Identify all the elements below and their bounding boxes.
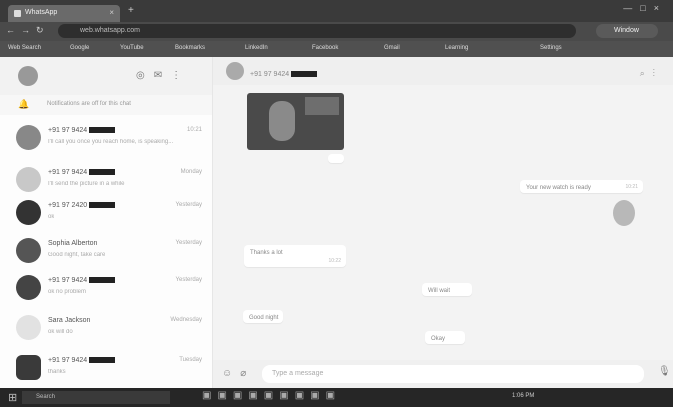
notification-banner[interactable]: 🔔 Notifications are off for this chat: [0, 95, 212, 115]
chat-name: +91 97 9424: [48, 169, 88, 176]
redaction-block: [89, 169, 116, 176]
bookmark-item[interactable]: YouTube: [120, 45, 144, 51]
chat-time: 10:21: [186, 127, 202, 133]
message-time: 10:22: [328, 258, 341, 264]
chat-preview: ok: [48, 214, 55, 220]
chat-time: Yesterday: [175, 277, 202, 283]
close-tab-icon[interactable]: ×: [109, 8, 114, 17]
redaction-block: [291, 71, 318, 78]
redaction-block: [89, 357, 116, 364]
message-text: Will wait: [428, 288, 450, 294]
redaction-block: [89, 127, 116, 134]
list-item[interactable]: Sophia Alberton Yesterday Good night, ta…: [0, 229, 212, 271]
message-text: Your new watch is ready: [526, 185, 591, 191]
bookmark-item[interactable]: Learning: [445, 45, 468, 51]
taskbar-search[interactable]: Search: [22, 391, 170, 404]
bookmark-item[interactable]: Web Search: [8, 45, 41, 51]
chat-time: Yesterday: [175, 240, 202, 246]
message-text: Thanks a lot: [250, 250, 283, 256]
message-placeholder: Type a message: [272, 370, 324, 377]
avatar[interactable]: [18, 66, 38, 86]
bell-icon: 🔔: [18, 99, 30, 109]
sticker-message[interactable]: [613, 200, 635, 226]
avatar: [16, 355, 41, 380]
window-controls[interactable]: —□×: [623, 3, 667, 13]
chat-preview: ok no problem: [48, 289, 87, 295]
windows-start-icon[interactable]: ⊞: [8, 391, 17, 404]
url-text: web.whatsapp.com: [80, 27, 140, 34]
message-time: 10:21: [625, 184, 638, 190]
system-tray-time: 1:06 PM: [512, 393, 535, 399]
message-time-chip: [328, 154, 344, 163]
message-text: Good night: [249, 315, 279, 321]
chat-preview: thanks: [48, 369, 66, 375]
image-message[interactable]: [247, 93, 344, 150]
conversation-actions[interactable]: ⌕⋮: [640, 68, 663, 79]
avatar: [16, 167, 41, 192]
message-bubble[interactable]: Good night: [243, 310, 283, 323]
chat-preview: I'll send the picture in a while: [48, 181, 125, 187]
browser-tab[interactable]: WhatsApp ×: [8, 5, 120, 22]
message-bubble[interactable]: Okay: [425, 331, 465, 344]
chat-name: Sophia Alberton: [48, 240, 98, 247]
list-item[interactable]: +91 97 9424 Tuesday thanks: [0, 346, 212, 388]
message-bubble[interactable]: Will wait: [422, 283, 472, 296]
message-input[interactable]: Type a message: [262, 365, 644, 383]
message-bubble[interactable]: Your new watch is ready 10:21: [520, 180, 643, 193]
sidebar-actions[interactable]: ◎✉⋮: [136, 70, 190, 81]
bookmark-item[interactable]: LinkedIn: [245, 45, 268, 51]
list-item[interactable]: +91 97 9424 Yesterday ok no problem: [0, 266, 212, 308]
address-bar[interactable]: web.whatsapp.com: [58, 24, 576, 38]
chat-time: Wednesday: [170, 317, 202, 323]
chat-time: Tuesday: [179, 357, 202, 363]
chat-name: Sara Jackson: [48, 317, 91, 324]
chat-time: Monday: [180, 169, 202, 175]
taskbar-apps[interactable]: ▣▣▣▣▣▣▣▣▣: [202, 390, 341, 401]
list-item[interactable]: +91 97 9424 10:21 I'll call you once you…: [0, 116, 212, 158]
list-item[interactable]: +91 97 2420 Yesterday ok: [0, 191, 212, 233]
mic-icon[interactable]: 🎙: [658, 366, 671, 377]
redaction-block: [89, 277, 116, 284]
chat-name: +91 97 9424: [48, 357, 88, 364]
profile-button[interactable]: Window: [596, 24, 658, 38]
profile-label: Window: [614, 27, 639, 34]
bookmark-item[interactable]: Settings: [540, 45, 562, 51]
chat-preview: ok will do: [48, 329, 73, 335]
tab-title: WhatsApp: [25, 9, 58, 16]
chat-name: +91 97 9424: [48, 127, 88, 134]
avatar: [16, 200, 41, 225]
whatsapp-icon: [14, 10, 21, 17]
redaction-block: [89, 202, 116, 209]
bookmark-item[interactable]: Gmail: [384, 45, 400, 51]
avatar: [16, 275, 41, 300]
new-tab-button[interactable]: +: [128, 5, 134, 16]
chat-time: Yesterday: [175, 202, 202, 208]
bookmark-item[interactable]: Bookmarks: [175, 45, 205, 51]
taskbar-search-placeholder: Search: [36, 394, 56, 400]
avatar: [16, 315, 41, 340]
notification-text: Notifications are off for this chat: [47, 101, 131, 107]
avatar[interactable]: [226, 62, 244, 80]
list-item[interactable]: Sara Jackson Wednesday ok will do: [0, 306, 212, 348]
message-bubble[interactable]: Thanks a lot 10:22: [244, 245, 346, 267]
chat-preview: Good night, take care: [48, 252, 106, 258]
contact-name: +91 97 9424: [250, 71, 290, 78]
avatar: [16, 125, 41, 150]
chat-name: +91 97 2420: [48, 202, 88, 209]
chat-name: +91 97 9424: [48, 277, 88, 284]
bookmark-item[interactable]: Google: [70, 45, 89, 51]
chat-preview: I'll call you once you reach home, is sp…: [48, 139, 174, 145]
nav-buttons[interactable]: ←→↻: [6, 25, 50, 36]
bookmark-item[interactable]: Facebook: [312, 45, 338, 51]
message-text: Okay: [431, 336, 446, 342]
avatar: [16, 238, 41, 263]
composer-actions[interactable]: ☺⌀: [222, 368, 254, 379]
